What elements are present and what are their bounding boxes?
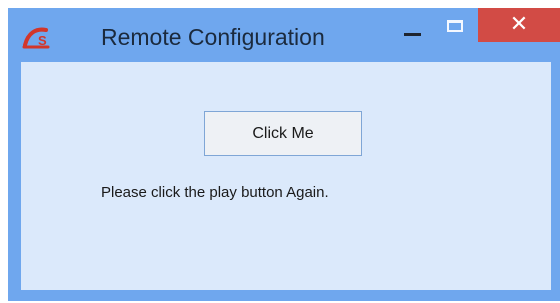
- status-message: Please click the play button Again.: [101, 184, 329, 201]
- maximize-button[interactable]: [438, 8, 478, 42]
- svg-text:S: S: [38, 33, 47, 48]
- dialog-window: S Remote Configuration ✕ Click Me Please…: [8, 8, 560, 301]
- close-button[interactable]: ✕: [478, 8, 560, 42]
- title-bar[interactable]: S Remote Configuration ✕: [8, 8, 560, 62]
- close-icon: ✕: [509, 11, 529, 36]
- minimize-icon: [404, 33, 421, 36]
- maximize-icon: [447, 20, 463, 32]
- minimize-button[interactable]: [393, 8, 433, 42]
- click-me-button[interactable]: Click Me: [204, 111, 362, 156]
- dialog-body: Click Me Please click the play button Ag…: [21, 62, 551, 290]
- window-title: Remote Configuration: [101, 24, 325, 50]
- app-logo-icon: S: [22, 24, 52, 50]
